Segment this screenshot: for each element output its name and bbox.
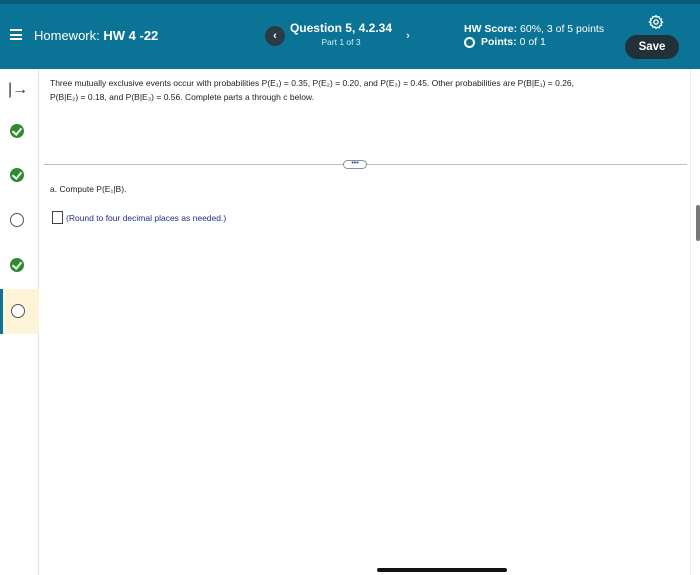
- collapse-rail-icon[interactable]: |→: [8, 81, 28, 99]
- question-part: Part 1 of 3: [321, 37, 361, 47]
- assignment-title: Homework: HW 4 -22: [34, 28, 158, 43]
- points-value: 0 of 1: [519, 36, 546, 48]
- problem-statement: Three mutually exclusive events occur wi…: [50, 76, 650, 104]
- problem-line-1: Three mutually exclusive events occur wi…: [50, 78, 575, 88]
- page: Homework: HW 4 -22 ‹ Question 5, 4.2.34 …: [0, 0, 700, 575]
- next-question-button[interactable]: ›: [398, 26, 418, 46]
- expand-more-button[interactable]: •••: [343, 160, 367, 169]
- save-button[interactable]: Save: [625, 35, 679, 59]
- question-1-status-check-icon[interactable]: [10, 124, 24, 138]
- assignment-prefix: Homework:: [34, 28, 100, 43]
- part-a-prompt: a. Compute P(E₁|B).: [50, 184, 127, 194]
- question-3-status-empty-icon[interactable]: [10, 213, 24, 227]
- top-header: Homework: HW 4 -22 ‹ Question 5, 4.2.34 …: [0, 0, 700, 69]
- menu-icon[interactable]: [10, 29, 22, 40]
- hw-score-label: HW Score:: [464, 23, 518, 35]
- question-5-status-empty-icon[interactable]: [11, 304, 25, 318]
- problem-line-2: P(B|E₂) = 0.18, and P(B|E₃) = 0.56. Comp…: [50, 92, 314, 102]
- question-title: Question 5, 4.2.34: [289, 21, 393, 35]
- answer-input[interactable]: [52, 211, 63, 224]
- points-label: Points:: [481, 36, 517, 48]
- hw-score-value: 60%, 3 of 5 points: [520, 23, 605, 35]
- hw-score: HW Score: 60%, 3 of 5 points: [464, 23, 604, 35]
- question-rail: |→: [0, 69, 39, 575]
- question-2-status-check-icon[interactable]: [10, 168, 24, 182]
- points: Points: 0 of 1: [464, 36, 546, 48]
- previous-question-button[interactable]: ‹: [265, 26, 285, 46]
- question-5-current-row[interactable]: [0, 289, 39, 334]
- scrollbar-thumb[interactable]: [696, 205, 700, 241]
- home-indicator: [377, 568, 507, 572]
- assignment-name: HW 4 -22: [103, 28, 159, 43]
- header-strip: [0, 0, 700, 4]
- content-right-edge: [690, 69, 691, 575]
- points-circle-icon: [464, 36, 475, 48]
- rounding-hint: (Round to four decimal places as needed.…: [66, 213, 227, 223]
- question-4-status-check-icon[interactable]: [10, 258, 24, 272]
- gear-icon[interactable]: [648, 14, 664, 30]
